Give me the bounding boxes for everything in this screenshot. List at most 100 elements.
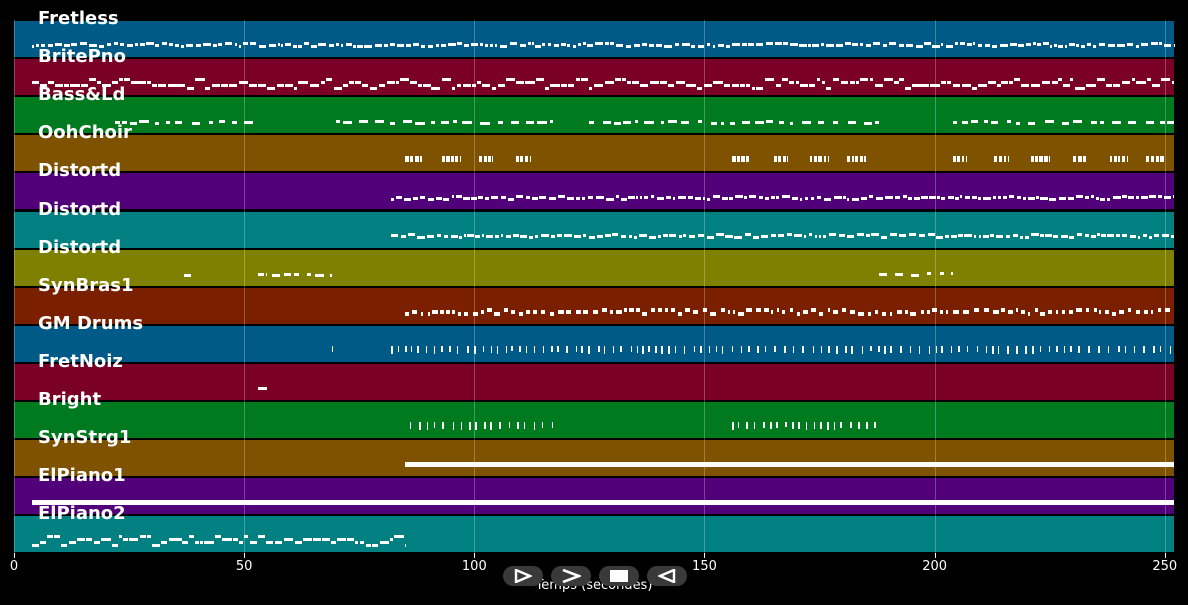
note bbox=[533, 346, 536, 353]
note bbox=[186, 44, 194, 48]
track-11 bbox=[14, 440, 1174, 477]
note bbox=[520, 44, 526, 48]
note bbox=[899, 77, 904, 81]
track-10 bbox=[14, 402, 1174, 438]
note bbox=[518, 312, 524, 317]
note bbox=[112, 80, 118, 84]
note bbox=[859, 155, 863, 162]
note bbox=[649, 80, 659, 84]
back-button[interactable] bbox=[647, 566, 687, 586]
note bbox=[775, 83, 782, 87]
note bbox=[633, 235, 637, 239]
note bbox=[234, 43, 238, 47]
note bbox=[1116, 233, 1120, 237]
note bbox=[1107, 233, 1114, 237]
note bbox=[459, 155, 461, 162]
note bbox=[855, 155, 859, 162]
note bbox=[735, 194, 743, 198]
note bbox=[790, 43, 798, 47]
note bbox=[477, 80, 481, 84]
note bbox=[634, 119, 638, 123]
note bbox=[1061, 234, 1068, 238]
note bbox=[724, 234, 733, 238]
note bbox=[966, 346, 969, 352]
note bbox=[1098, 346, 1100, 354]
stop-button[interactable] bbox=[599, 566, 639, 586]
note bbox=[785, 422, 787, 428]
note bbox=[847, 197, 850, 201]
note bbox=[810, 155, 813, 162]
note bbox=[1136, 80, 1147, 84]
note bbox=[787, 232, 793, 236]
note bbox=[989, 233, 994, 237]
note bbox=[427, 312, 430, 317]
note bbox=[1072, 155, 1077, 162]
note bbox=[1003, 195, 1007, 199]
note bbox=[622, 77, 626, 81]
note bbox=[520, 155, 524, 162]
note bbox=[1048, 197, 1057, 201]
note bbox=[333, 86, 343, 90]
note bbox=[1069, 310, 1074, 315]
note bbox=[860, 196, 867, 200]
note bbox=[258, 83, 267, 87]
note bbox=[293, 45, 297, 49]
note bbox=[180, 45, 185, 49]
note bbox=[139, 534, 146, 538]
note bbox=[811, 44, 819, 48]
forward-button[interactable] bbox=[551, 566, 591, 586]
note bbox=[1146, 77, 1152, 81]
note bbox=[998, 155, 1003, 162]
note bbox=[541, 422, 544, 429]
note bbox=[794, 233, 803, 237]
note bbox=[693, 310, 699, 315]
note bbox=[778, 233, 785, 237]
note bbox=[782, 77, 788, 81]
note bbox=[1091, 120, 1098, 124]
note bbox=[672, 196, 675, 200]
note bbox=[737, 422, 740, 428]
note bbox=[496, 346, 499, 355]
play-button[interactable] bbox=[503, 566, 543, 586]
note bbox=[849, 80, 855, 84]
note bbox=[378, 83, 386, 87]
note bbox=[203, 43, 211, 47]
note bbox=[542, 43, 546, 47]
note bbox=[993, 195, 997, 199]
note bbox=[1058, 45, 1063, 49]
note bbox=[642, 312, 647, 317]
note bbox=[1099, 310, 1102, 315]
note bbox=[615, 44, 624, 48]
note bbox=[636, 308, 640, 313]
note bbox=[952, 310, 959, 315]
note bbox=[947, 195, 954, 199]
track-label: Bright bbox=[38, 389, 102, 410]
note bbox=[480, 121, 490, 125]
note bbox=[1121, 233, 1128, 237]
note bbox=[268, 44, 277, 48]
note bbox=[396, 195, 402, 199]
note bbox=[426, 422, 429, 431]
note bbox=[643, 120, 654, 124]
note bbox=[909, 346, 912, 354]
note bbox=[890, 346, 892, 353]
note bbox=[927, 272, 931, 276]
note bbox=[589, 120, 594, 124]
note bbox=[408, 232, 415, 236]
note bbox=[403, 197, 411, 201]
note bbox=[833, 310, 839, 315]
note bbox=[954, 42, 959, 46]
note bbox=[1047, 310, 1052, 315]
note bbox=[118, 534, 122, 538]
note bbox=[396, 80, 400, 84]
note bbox=[904, 86, 912, 90]
note bbox=[953, 155, 956, 162]
note bbox=[711, 121, 717, 125]
x-tick bbox=[244, 553, 246, 558]
note bbox=[659, 80, 667, 84]
note bbox=[1155, 155, 1159, 162]
note bbox=[515, 194, 524, 198]
note bbox=[209, 120, 213, 124]
note bbox=[658, 234, 661, 238]
track-label: FretNoiz bbox=[38, 350, 123, 372]
